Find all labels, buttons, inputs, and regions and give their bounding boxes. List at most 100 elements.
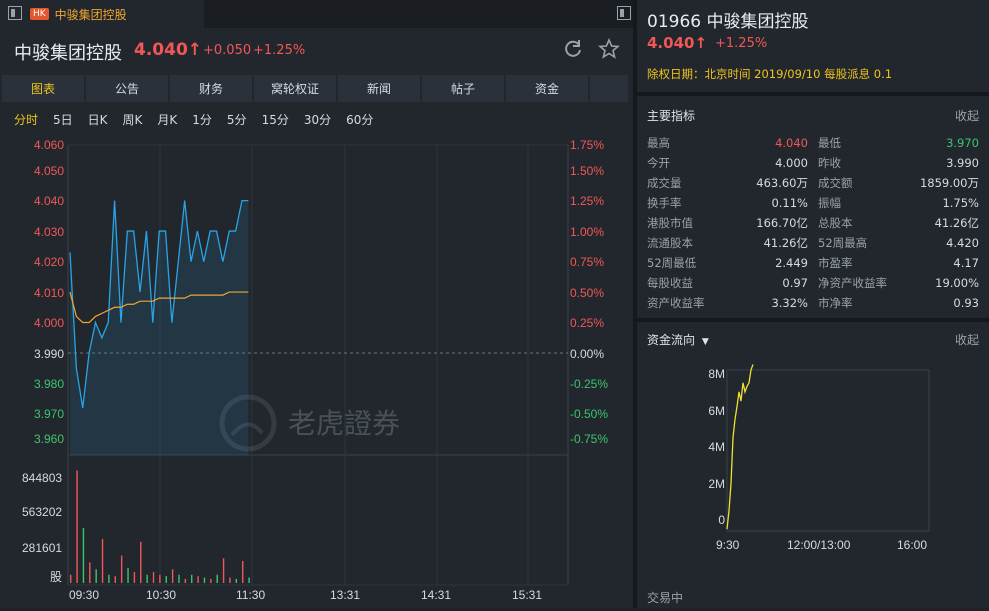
- period-30min[interactable]: 30分: [304, 111, 331, 133]
- volume-bar: [197, 576, 199, 583]
- time-tick: 13:31: [330, 588, 360, 602]
- indicator-value: 3.970: [946, 136, 979, 150]
- volume-bar: [184, 578, 187, 583]
- menu-capital[interactable]: 资金: [506, 75, 588, 102]
- volume-bar: [108, 574, 110, 583]
- volume-bar: [76, 470, 78, 583]
- capital-flow-dropdown[interactable]: 资金流向 ▼: [647, 331, 709, 348]
- volume-tick: 281601: [22, 541, 62, 555]
- indicator-label: 成交额: [818, 176, 853, 190]
- volume-bar: [101, 539, 104, 583]
- volume-bar: [222, 558, 225, 583]
- capital-flow-chart: 8M 6M 4M 2M 0 9:30 12:00/13:00 16:00: [708, 364, 930, 552]
- period-weekly[interactable]: 周K: [123, 111, 143, 133]
- period-1min[interactable]: 1分: [192, 111, 212, 133]
- indicator-value: 4.000: [775, 156, 808, 170]
- refresh-icon[interactable]: [562, 38, 584, 60]
- period-60min[interactable]: 60分: [346, 111, 373, 133]
- indicator-value: 2.449: [775, 256, 808, 270]
- flow-y-tick: 0: [718, 513, 725, 527]
- volume-tick: 563202: [22, 505, 62, 519]
- pct-tick: 1.00%: [570, 225, 604, 239]
- period-5min[interactable]: 5分: [227, 111, 247, 133]
- capital-flow-title: 资金流向: [647, 333, 696, 347]
- indicator-value: 19.00%: [935, 276, 979, 290]
- indicator-value: 4.040: [775, 136, 808, 150]
- pct-tick: 0.00%: [570, 347, 604, 361]
- price-tick: 3.980: [34, 377, 64, 391]
- menu-posts[interactable]: 帖子: [422, 75, 504, 102]
- volume-bar: [82, 528, 85, 583]
- indicator-row: 最高 4.040 最低 3.970: [647, 133, 979, 153]
- volume-bar: [152, 572, 155, 583]
- section-divider: [637, 318, 989, 322]
- market-badge: HK: [30, 8, 49, 20]
- pct-tick: 1.50%: [570, 164, 604, 178]
- indicator-row: 52周最低 2.449 市盈率 4.17: [647, 253, 979, 273]
- indicator-label: 市盈率: [818, 256, 853, 270]
- indicator-value: 3.990: [946, 156, 979, 170]
- period-daily[interactable]: 日K: [88, 111, 108, 133]
- favorite-star-icon[interactable]: [598, 38, 620, 60]
- indicator-row: 成交量 463.60万 成交额 1859.00万: [647, 173, 979, 193]
- menu-warrants[interactable]: 窝轮权证: [254, 75, 336, 102]
- volume-bar: [216, 574, 218, 583]
- price-tick: 3.970: [34, 407, 64, 421]
- volume-tick: 844803: [22, 471, 62, 485]
- flow-y-tick: 2M: [708, 477, 725, 491]
- tab-bar: HK 中骏集团控股: [0, 0, 633, 28]
- stock-tab[interactable]: HK 中骏集团控股: [0, 0, 204, 28]
- price-tick: 4.030: [34, 225, 64, 239]
- pct-tick: 1.75%: [570, 138, 604, 152]
- indicator-value: 0.97: [782, 276, 808, 290]
- price-tick: 3.960: [34, 432, 64, 446]
- indicators-collapse[interactable]: 收起: [955, 107, 979, 124]
- chart-panel: HK 中骏集团控股 中骏集团控股 4.040↑ +0.050 +1.25% 图表…: [0, 0, 633, 608]
- flow-x-tick: 9:30: [716, 538, 740, 552]
- volume-bar: [127, 567, 129, 583]
- period-5day[interactable]: 5日: [53, 111, 73, 133]
- pct-tick: 0.50%: [570, 286, 604, 300]
- indicator-row: 资产收益率 3.32% 市净率 0.93: [647, 293, 979, 313]
- indicator-label: 换手率: [647, 196, 682, 210]
- volume-bar: [159, 574, 161, 583]
- menu-announcements[interactable]: 公告: [86, 75, 168, 102]
- tab-layout-icon[interactable]: [8, 6, 22, 20]
- price-tick: 4.010: [34, 286, 64, 300]
- menu-news[interactable]: 新闻: [338, 75, 420, 102]
- volume-bar: [89, 562, 91, 583]
- indicator-value: 1.75%: [942, 196, 979, 210]
- pct-tick: 0.75%: [570, 255, 604, 269]
- time-tick: 15:31: [512, 588, 542, 602]
- menu-financials[interactable]: 财务: [170, 75, 252, 102]
- period-15min[interactable]: 15分: [262, 111, 289, 133]
- period-selector: 分时 5日 日K 周K 月K 1分 5分 15分 30分 60分: [14, 111, 388, 133]
- indicator-row: 港股市值 166.70亿 总股本 41.26亿: [647, 213, 979, 233]
- watermark-text: 老虎證券: [288, 408, 400, 439]
- pct-tick: 0.25%: [570, 316, 604, 330]
- volume-bar: [229, 577, 231, 583]
- indicator-row: 换手率 0.11% 振幅 1.75%: [647, 193, 979, 213]
- indicator-value: 4.17: [953, 256, 979, 270]
- quote-change-pct: +1.25%: [715, 36, 768, 51]
- trading-status: 交易中: [647, 591, 684, 605]
- time-tick: 11:30: [236, 588, 265, 602]
- indicator-row: 流通股本 41.26亿 52周最高 4.420: [647, 233, 979, 253]
- menu-chart[interactable]: 图表: [2, 75, 84, 102]
- indicator-value: 1859.00万: [919, 176, 979, 190]
- pct-tick: 1.25%: [570, 194, 604, 208]
- panel-toggle-icon[interactable]: [617, 6, 631, 20]
- time-tick: 09:30: [69, 588, 99, 602]
- capital-flow-collapse[interactable]: 收起: [955, 331, 979, 348]
- flow-x-tick: 16:00: [897, 538, 927, 552]
- intraday-chart[interactable]: 老虎證券 4.060 4.050 4.040 4.030 4.020 4.010…: [0, 137, 633, 608]
- indicator-label: 流通股本: [647, 236, 693, 250]
- period-intraday[interactable]: 分时: [14, 111, 38, 133]
- indicators-title: 主要指标: [647, 109, 696, 123]
- period-monthly[interactable]: 月K: [157, 111, 177, 133]
- indicator-value: 0.93: [953, 296, 979, 310]
- indicator-label: 成交量: [647, 176, 682, 190]
- price-tick: 4.040: [34, 194, 64, 208]
- flow-y-tick: 6M: [708, 404, 725, 418]
- price-tick: 3.990: [34, 347, 64, 361]
